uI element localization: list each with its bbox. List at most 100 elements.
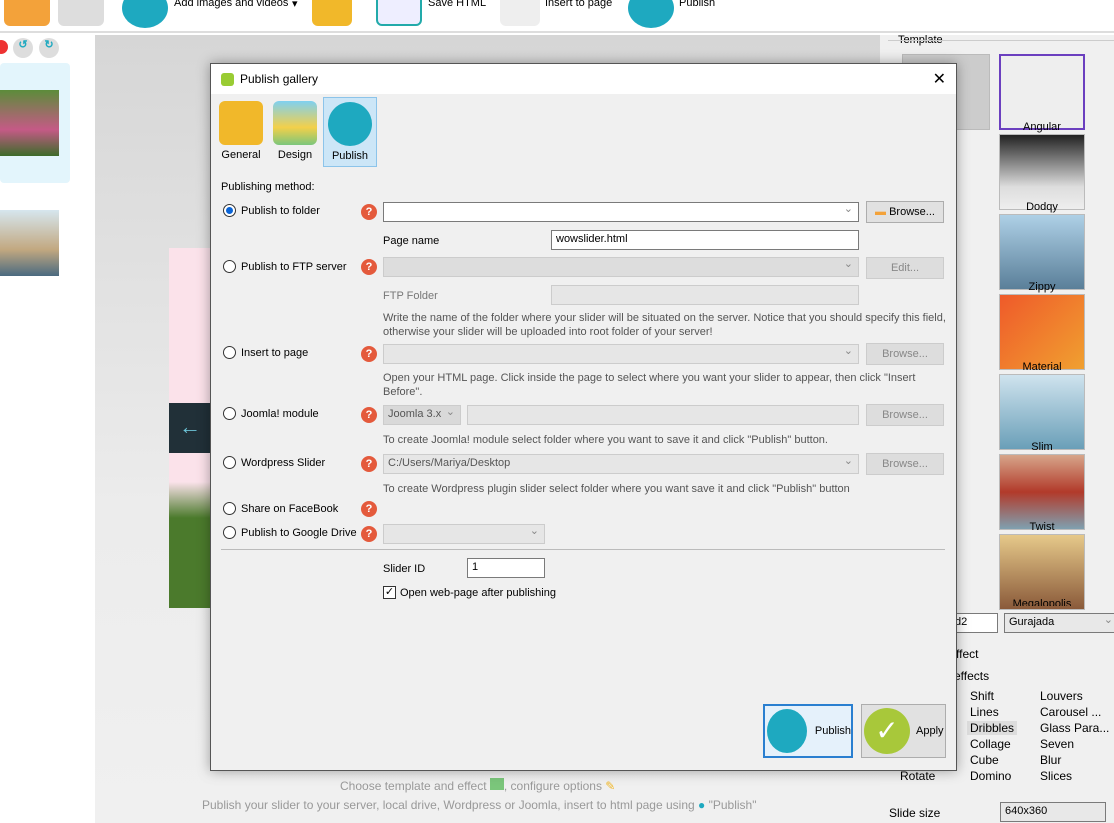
help-icon[interactable]: ? [361,259,377,275]
slide-image-tulips[interactable] [0,90,59,156]
slides-panel: ↺ ↻ [0,35,95,823]
template-label: Twist [1029,521,1055,533]
save-drive-icon[interactable] [58,0,104,26]
effect-item[interactable]: Seven [1040,737,1074,751]
slide-image-dog[interactable] [0,210,59,276]
effects-label: effects [954,669,990,683]
font-select[interactable]: Gurajada [1004,613,1114,633]
checkbox-open-after[interactable]: ✓ Open web-page after publishing [383,586,556,599]
publishing-method-label: Publishing method: [221,181,315,193]
design-icon [489,778,504,790]
tools-icon [219,101,263,145]
effect-item[interactable]: Domino [970,769,1011,783]
insert-to-page-button[interactable]: Insert to page [545,0,612,9]
radio-wordpress[interactable]: Wordpress Slider [223,456,325,469]
help-icon[interactable]: ? [361,526,377,542]
template-dodqy[interactable] [999,134,1085,210]
template-zippy[interactable] [999,214,1085,290]
tab-label: General [221,149,261,161]
globe-icon [328,102,372,146]
checkbox-checked-icon[interactable]: ✓ [383,586,396,599]
tab-design[interactable]: Design [268,97,322,167]
template-slim[interactable] [999,374,1085,450]
font-size-field[interactable]: d2 [950,613,998,633]
insert-page-icon[interactable] [500,0,540,26]
tab-general[interactable]: General [214,97,268,167]
add-images-dropdown[interactable]: ▾ [292,0,298,10]
effect-item[interactable]: Collage [970,737,1011,751]
globe-icon: ● [698,798,706,812]
joomla-version-select[interactable]: Joomla 3.x [383,405,461,425]
template-label: Dodqy [1026,201,1058,213]
wordpress-path-combo[interactable]: C:/Users/Mariya/Desktop [383,454,859,474]
browse-folder-button[interactable]: ▬ Browse... [866,201,944,223]
help-icon[interactable]: ? [361,407,377,423]
template-twist[interactable] [999,454,1085,530]
rotate-right-icon[interactable]: ↻ [39,38,59,58]
canvas-hint-2: Publish your slider to your server, loca… [202,798,757,812]
publish-globe-icon[interactable] [628,0,674,28]
help-icon[interactable]: ? [361,501,377,517]
joomla-browse-button[interactable]: Browse... [866,404,944,426]
help-icon[interactable]: ? [361,204,377,220]
effect-item[interactable]: Blur [1040,753,1061,767]
effect-item[interactable]: Rotate [900,769,935,783]
prev-arrow-icon[interactable]: ← [169,403,211,453]
effect-group-label: ffect [956,647,979,661]
page-name-label: Page name [383,235,440,247]
slider-id-label: Slider ID [383,563,426,575]
help-icon[interactable]: ? [361,346,377,362]
publish-button[interactable]: Publish [679,0,715,9]
dialog-title: Publish gallery [240,72,319,86]
delete-icon[interactable] [0,40,8,54]
tools-icon: ✎ [605,779,616,793]
ftp-edit-button[interactable]: Edit... [866,257,944,279]
effect-item[interactable]: Carousel ... [1040,705,1101,719]
effect-item[interactable]: Lines [970,705,999,719]
folder-path-combo[interactable] [383,202,859,222]
rotate-left-icon[interactable]: ↺ [13,38,33,58]
radio-joomla[interactable]: Joomla! module [223,407,319,420]
slider-id-spinner[interactable]: 1 [467,558,545,578]
effect-item-selected[interactable]: Dribbles [967,721,1018,735]
checkbox-label: Open web-page after publishing [400,586,556,599]
save-html-button[interactable]: Save HTML [428,0,486,9]
template-angular[interactable] [999,54,1085,130]
effect-item[interactable]: Cube [970,753,999,767]
insert-page-combo[interactable] [383,344,859,364]
radio-insert-page[interactable]: Insert to page [223,346,308,359]
effect-item[interactable]: Glass Para... [1040,721,1109,735]
save-html-icon[interactable] [376,0,422,26]
radio-facebook[interactable]: Share on FaceBook [223,502,338,515]
ftp-folder-input[interactable] [551,285,859,305]
effect-item[interactable]: Louvers [1040,689,1083,703]
radio-publish-folder[interactable]: Publish to folder [223,204,320,217]
effect-item[interactable]: Shift [970,689,994,703]
google-drive-combo[interactable] [383,524,545,544]
slide-size-select[interactable]: 640x360 [1000,802,1106,822]
publish-dialog-button[interactable]: Publish [763,704,853,758]
joomla-path-input[interactable] [467,405,859,425]
template-label: Megalopolis [1012,598,1072,606]
open-folder-icon[interactable] [4,0,50,26]
apply-button[interactable]: ✓ Apply [861,704,946,758]
template-material[interactable] [999,294,1085,370]
insert-hint: Open your HTML page. Click inside the pa… [383,372,916,398]
ftp-hint: Write the name of the folder where your … [383,312,946,338]
ftp-server-combo[interactable] [383,257,859,277]
add-images-button[interactable]: Add images and videos [174,0,288,9]
page-name-input[interactable]: wowslider.html [551,230,859,250]
add-images-icon[interactable] [122,0,168,28]
close-icon[interactable]: ✕ [933,69,946,89]
help-icon[interactable]: ? [361,456,377,472]
radio-google-drive[interactable]: Publish to Google Drive [223,526,357,539]
settings-tools-icon[interactable] [312,0,352,26]
globe-icon [767,709,807,753]
wordpress-browse-button[interactable]: Browse... [866,453,944,475]
slide-size-label: Slide size [889,806,941,820]
tab-publish[interactable]: Publish [323,97,377,167]
effect-item[interactable]: Slices [1040,769,1072,783]
insert-browse-button[interactable]: Browse... [866,343,944,365]
radio-ftp[interactable]: Publish to FTP server [223,260,347,273]
template-label: Slim [1031,441,1053,453]
